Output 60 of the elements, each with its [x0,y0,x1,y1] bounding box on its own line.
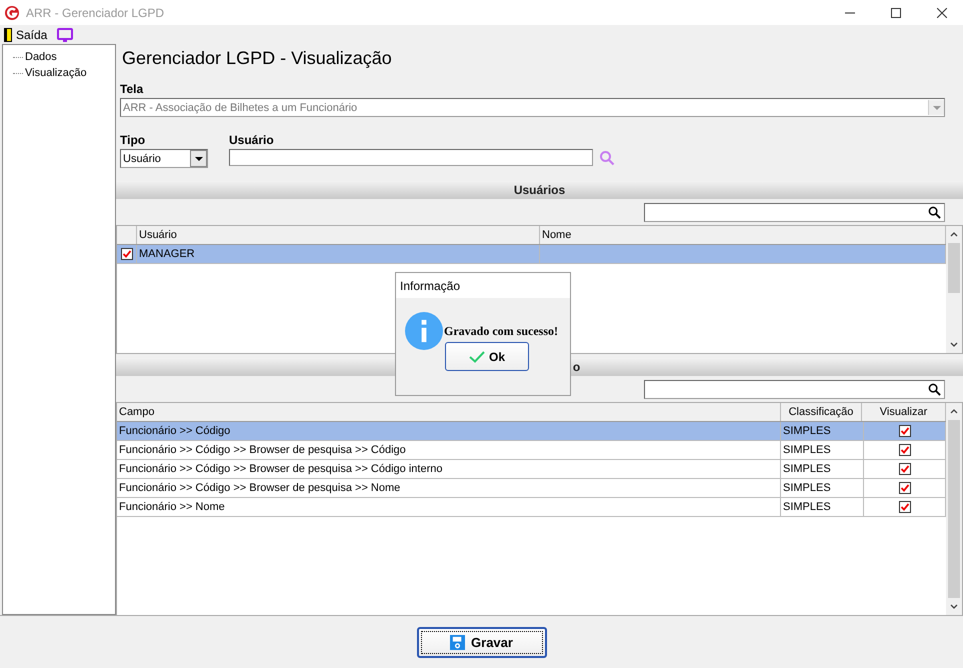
scroll-up-icon[interactable] [950,232,958,237]
table-row[interactable]: Funcionário >> Nome SIMPLES [117,498,946,517]
search-icon[interactable] [928,382,941,396]
checkbox[interactable] [898,462,910,475]
dialog-title: Informação [396,273,570,298]
table-cell: SIMPLES [783,462,831,475]
table-cell: MANAGER [139,248,195,260]
menu-item[interactable]: Saída [16,28,48,42]
table-cell: Funcionário >> Código [119,424,230,437]
close-icon[interactable] [937,8,947,18]
maximize-icon[interactable] [891,8,901,18]
table-cell: Funcionário >> Nome [119,500,225,513]
field-label: Tela [120,82,144,96]
dialog-message: Gravado com sucesso! [444,324,558,338]
table-cell: Funcionário >> Código >> Browser de pesquisa >> Código interno [119,462,442,475]
app-logo-icon [4,4,20,20]
table-cell: SIMPLES [783,424,831,437]
tree-item[interactable]: Dados [25,51,57,63]
scroll-down-icon[interactable] [950,342,958,348]
ok-button[interactable]: Ok [445,342,529,371]
column-header[interactable]: Classificação [781,402,862,421]
scrollbar[interactable] [946,226,962,354]
tree-item[interactable]: Visualização [25,67,87,79]
scroll-up-icon[interactable] [950,408,958,414]
info-icon [405,312,443,350]
checkbox[interactable] [898,500,910,513]
table-row[interactable]: Funcionário >> Código >> Browser de pesquisa >> Código SIMPLES [117,440,946,460]
scrollbar[interactable] [946,402,962,615]
monitor-icon[interactable] [57,28,74,42]
filter-field[interactable] [644,202,945,222]
checkbox[interactable] [898,482,910,494]
column-header[interactable]: Campo [117,402,781,421]
checkbox[interactable] [898,424,910,437]
checkbox[interactable] [120,248,132,260]
type-dropdown[interactable]: Usuário [120,149,208,168]
table-cell: SIMPLES [783,500,831,513]
table-cell: Funcionário >> Código >> Browser de pesquisa >> Código [119,444,406,456]
save-button[interactable]: Gravar [416,626,546,658]
page-heading: Gerenciador LGPD - Visualização [121,47,393,70]
section-title: o [572,360,580,374]
table-cell: SIMPLES [783,482,831,494]
table-row[interactable]: MANAGER [117,244,946,264]
window-title: ARR - Gerenciador LGPD [26,6,164,20]
dropdown-arrow-icon[interactable] [194,156,202,160]
table-row[interactable]: Funcionário >> Código >> Browser de pesquisa >> Nome SIMPLES [117,478,946,498]
filter-field[interactable] [644,380,945,399]
checkmark-icon [468,350,485,362]
checkbox[interactable] [898,444,910,456]
table-cell: SIMPLES [783,444,831,456]
user-input-field[interactable] [229,149,593,166]
column-header[interactable]: Usuário [137,226,540,244]
field-label: Usuário [229,133,275,147]
door-icon[interactable] [4,28,12,42]
search-icon[interactable] [928,206,941,219]
scroll-down-icon[interactable] [950,604,958,609]
field-label: Tipo [120,133,146,147]
section-header: Usuários [116,181,963,199]
table-row[interactable]: Funcionário >> Código >> Browser de pesquisa >> Código interno SIMPLES [117,460,946,479]
table-cell: Funcionário >> Código >> Browser de pesquisa >> Nome [119,482,400,494]
table-row[interactable]: Funcionário >> Código SIMPLES [117,422,946,441]
